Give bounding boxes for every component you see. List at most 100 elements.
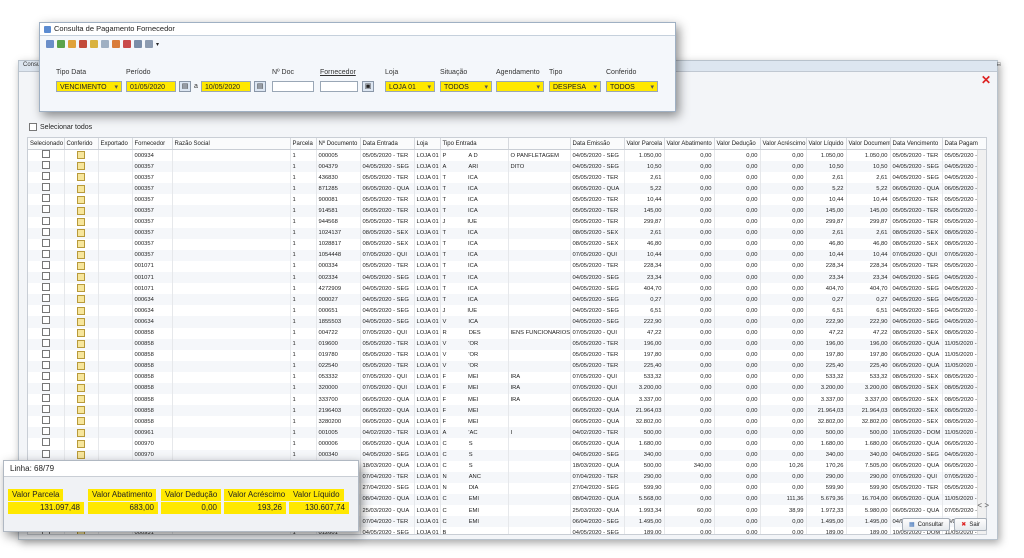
checkbox[interactable] <box>41 172 50 181</box>
document-icon[interactable] <box>77 228 85 237</box>
row-select-checkbox[interactable] <box>28 249 65 261</box>
column-header[interactable]: Loja <box>414 138 441 150</box>
document-icon[interactable] <box>77 273 85 282</box>
pdf-icon[interactable] <box>123 40 131 48</box>
checkbox[interactable] <box>41 416 50 425</box>
table-row[interactable]: 000357 1 871285 06/05/2020 - QUA LOJA 01 T ICA… <box>28 183 986 195</box>
checkbox[interactable] <box>41 294 50 303</box>
row-select-checkbox[interactable] <box>28 216 65 228</box>
row-select-checkbox[interactable] <box>28 360 65 372</box>
checkbox[interactable] <box>41 338 50 347</box>
row-select-checkbox[interactable] <box>28 161 65 173</box>
row-select-checkbox[interactable] <box>28 227 65 239</box>
table-row[interactable]: 001071 1 002334 04/05/2020 - SEG LOJA 01 T ICA… <box>28 272 986 284</box>
document-icon[interactable] <box>77 328 85 337</box>
table-row[interactable]: 000357 1 1054448 07/05/2020 - QUI LOJA 01 T IC… <box>28 249 986 261</box>
document-icon[interactable] <box>77 428 85 437</box>
row-select-checkbox[interactable] <box>28 394 65 406</box>
column-header[interactable]: Razão Social <box>172 138 291 150</box>
table-row[interactable]: 000357 1 944568 05/05/2020 - TER LOJA 01 J IUE… <box>28 216 986 228</box>
document-icon[interactable] <box>77 295 85 304</box>
row-select-checkbox[interactable] <box>28 260 65 273</box>
document-icon[interactable] <box>77 162 85 171</box>
checkbox[interactable] <box>41 316 50 325</box>
table-row[interactable]: 000970 1 000340 04/05/2020 - SEG LOJA 01 C S 04… <box>28 449 986 461</box>
loja-select[interactable]: LOJA 01 <box>385 81 435 93</box>
document-icon[interactable] <box>77 195 85 204</box>
table-row[interactable]: 000357 1 900081 05/05/2020 - TER LOJA 01 T ICA… <box>28 194 986 206</box>
checkbox[interactable] <box>41 150 50 158</box>
periodo-start-field[interactable]: 01/05/2020 <box>126 81 176 92</box>
column-header[interactable]: Valor Documento <box>846 138 891 150</box>
print-icon[interactable] <box>134 40 142 48</box>
document-icon[interactable] <box>77 417 85 426</box>
table-row[interactable]: 000961 1 001005 04/02/2020 - TER LOJA 01 A 'AC… <box>28 427 986 439</box>
column-header[interactable]: Fornecedor <box>132 138 173 150</box>
table-row[interactable]: 000858 1 3280200 06/05/2020 - QUA LOJA 01 F ME… <box>28 416 986 428</box>
row-select-checkbox[interactable] <box>28 305 65 317</box>
checkbox[interactable] <box>41 382 50 391</box>
row-select-checkbox[interactable] <box>28 349 65 361</box>
report-icon[interactable] <box>112 40 120 48</box>
document-icon[interactable] <box>77 395 85 404</box>
column-header[interactable]: Valor Parcela <box>624 138 665 150</box>
checkbox[interactable] <box>41 249 50 258</box>
document-icon[interactable] <box>77 173 85 182</box>
table-row[interactable]: 000357 1 436830 05/05/2020 - TER LOJA 01 T ICA… <box>28 172 986 184</box>
document-icon[interactable] <box>77 373 85 382</box>
column-header[interactable]: Valor Dedução <box>714 138 761 150</box>
row-select-checkbox[interactable] <box>28 338 65 350</box>
document-icon[interactable] <box>77 284 85 293</box>
checkbox[interactable] <box>41 394 50 403</box>
document-icon[interactable] <box>77 251 85 260</box>
table-row[interactable]: 000934 1 000005 05/05/2020 - TER LOJA 01 P A D… <box>28 149 986 162</box>
select-all[interactable]: Selecionar todos <box>29 123 92 131</box>
checkbox[interactable] <box>41 216 50 225</box>
checkbox[interactable] <box>41 327 50 336</box>
table-row[interactable]: 000858 1 320000 07/05/2020 - QUI LOJA 01 F MEI… <box>28 382 986 395</box>
funnel-icon[interactable] <box>90 40 98 48</box>
calendar-icon[interactable]: ▤ <box>254 81 266 92</box>
arrow-down-icon[interactable] <box>57 40 65 48</box>
document-icon[interactable] <box>77 206 85 215</box>
checkbox[interactable] <box>41 360 50 369</box>
settings-icon[interactable] <box>145 40 153 48</box>
lookup-icon[interactable]: ▣ <box>362 81 374 92</box>
edit-icon[interactable] <box>101 40 109 48</box>
table-row[interactable]: 000357 1 914581 05/05/2020 - TER LOJA 01 T ICA… <box>28 205 986 217</box>
row-select-checkbox[interactable] <box>28 283 65 295</box>
situacao-select[interactable]: TODOS <box>440 81 492 93</box>
document-icon[interactable] <box>77 384 85 393</box>
column-header[interactable]: Valor Líquido <box>806 138 847 150</box>
column-header[interactable]: Exportado <box>98 138 133 150</box>
row-select-checkbox[interactable] <box>28 183 65 195</box>
table-row[interactable]: 000357 1 004379 04/05/2020 - SEG LOJA 01 A ARI… <box>28 161 986 173</box>
row-select-checkbox[interactable] <box>28 438 65 450</box>
document-icon[interactable] <box>77 439 85 448</box>
column-header[interactable]: Data Emissão <box>570 138 625 150</box>
table-row[interactable]: 001071 1 000334 05/05/2020 - TER LOJA 01 T ICA… <box>28 260 986 273</box>
row-select-checkbox[interactable] <box>28 382 65 395</box>
column-header[interactable]: Tipo Entrada <box>440 138 509 150</box>
document-icon[interactable] <box>77 262 85 271</box>
checkbox[interactable] <box>41 283 50 292</box>
document-icon[interactable] <box>77 306 85 315</box>
document-icon[interactable] <box>77 151 85 160</box>
row-select-checkbox[interactable] <box>28 294 65 306</box>
checkbox[interactable] <box>41 349 50 358</box>
checkbox[interactable] <box>41 272 50 281</box>
row-select-checkbox[interactable] <box>28 149 65 162</box>
document-icon[interactable] <box>77 217 85 226</box>
column-header[interactable]: Parcela <box>290 138 317 150</box>
row-select-checkbox[interactable] <box>28 416 65 428</box>
consultar-button[interactable]: ▦ Consultar <box>901 518 951 531</box>
column-header[interactable]: Valor Abatimento <box>664 138 715 150</box>
calendar-icon[interactable]: ▤ <box>179 81 191 92</box>
tipo-data-select[interactable]: VENCIMENTO <box>56 81 122 93</box>
row-select-checkbox[interactable] <box>28 316 65 328</box>
checkbox[interactable] <box>41 438 50 447</box>
checkbox[interactable] <box>41 227 50 236</box>
column-header[interactable] <box>508 138 571 150</box>
table-row[interactable]: 001071 1 4272909 04/05/2020 - SEG LOJA 01 T IC… <box>28 283 986 295</box>
checkbox[interactable] <box>41 449 50 458</box>
